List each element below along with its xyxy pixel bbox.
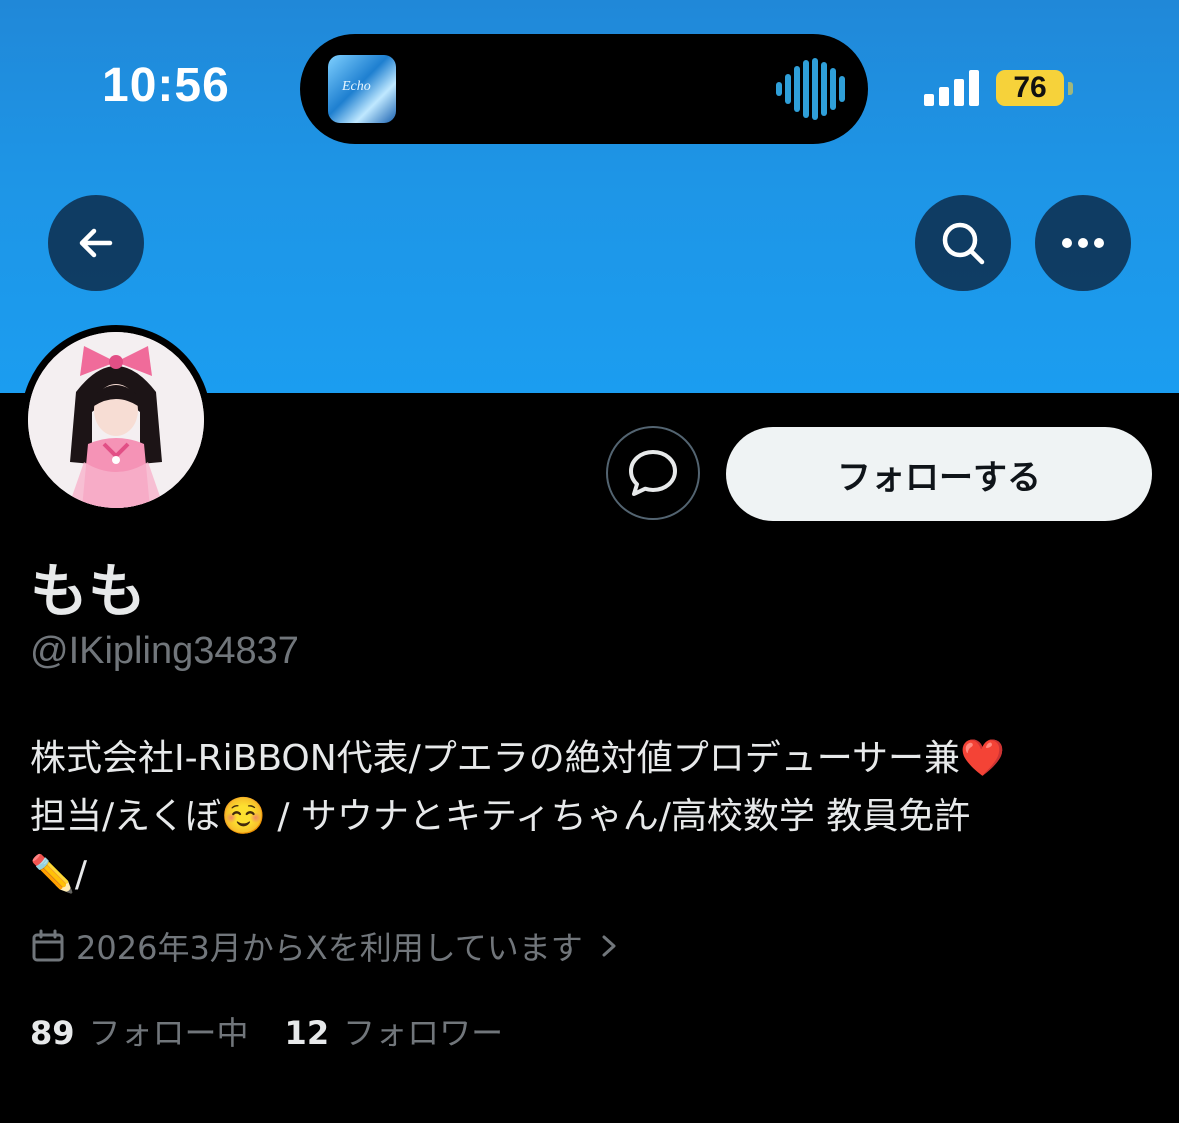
arrow-left-icon (79, 228, 113, 258)
search-button[interactable] (915, 195, 1011, 291)
cellular-signal-icon (924, 70, 979, 106)
artwork-text: Echo (342, 79, 371, 94)
following-count: 89 (30, 1014, 75, 1052)
more-horizontal-icon (1062, 238, 1104, 248)
waveform-icon (776, 58, 845, 120)
search-icon (942, 222, 985, 265)
bio-line: ✏️/ (30, 854, 87, 895)
display-name: もも (30, 557, 147, 625)
now-playing-artwork: Echo (328, 55, 396, 123)
battery-indicator: 76 (996, 70, 1064, 106)
bio: 株式会社I-RiBBON代表/プエラの絶対値プロデューサー兼❤️ 担当/えくぼ☺… (30, 730, 1150, 904)
battery-nub (1068, 82, 1073, 95)
message-button[interactable] (606, 426, 700, 520)
followers-label: フォロワー (343, 1014, 504, 1052)
joined-date-row[interactable]: 2026年3月からXを利用しています (30, 922, 621, 970)
avatar[interactable] (28, 332, 204, 508)
calendar-icon (32, 929, 64, 962)
followers-stat[interactable]: 12 フォロワー (285, 1008, 504, 1054)
avatar-photo (28, 332, 204, 508)
following-label: フォロー中 (88, 1014, 249, 1052)
chevron-right-icon (602, 935, 616, 957)
bio-line: 株式会社I-RiBBON代表/プエラの絶対値プロデューサー兼❤️ (30, 738, 1005, 779)
follow-button[interactable]: フォローする (726, 427, 1152, 521)
dynamic-island[interactable]: Echo (300, 34, 868, 144)
follow-stats: 89 フォロー中 12 フォロワー (30, 1008, 503, 1054)
message-bubble-icon (629, 450, 677, 496)
followers-count: 12 (284, 1014, 330, 1052)
back-button[interactable] (48, 195, 144, 291)
joined-date: 2026年3月からXを利用しています (76, 929, 583, 967)
status-time: 10:56 (102, 59, 230, 112)
handle: @IKipling34837 (30, 630, 299, 672)
following-stat[interactable]: 89 フォロー中 (30, 1008, 249, 1054)
more-button[interactable] (1035, 195, 1131, 291)
bio-line: 担当/えくぼ☺️ / サウナとキティちゃん/高校数学 教員免許 (30, 796, 971, 837)
